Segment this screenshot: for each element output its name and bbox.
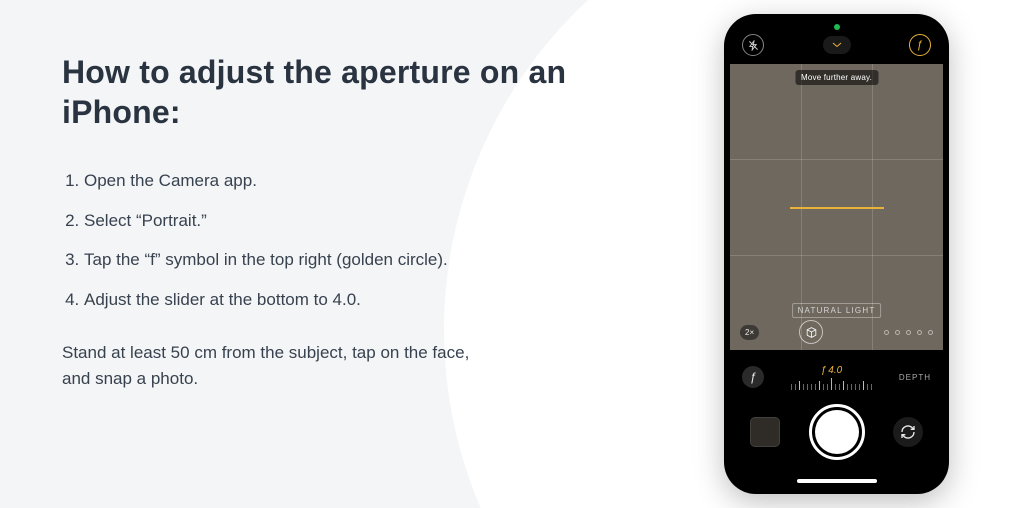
f-button[interactable]: ƒ [742,366,764,388]
footer-instruction: Stand at least 50 cm from the subject, t… [62,340,502,393]
camera-options-chevron[interactable] [823,36,851,54]
effect-dot [895,330,900,335]
step-item: Select “Portrait.” [84,208,504,234]
viewfinder-bottom-row: 2× [730,320,943,344]
effect-dot [884,330,889,335]
aperture-control-strip: ƒ ƒ 4.0 DEPTH [730,350,943,404]
step-item: Open the Camera app. [84,168,504,194]
aperture-f-icon[interactable]: ƒ [909,34,931,56]
effect-dot [917,330,922,335]
lighting-mode-label: NATURAL LIGHT [792,303,882,318]
lighting-cube-icon[interactable] [799,320,823,344]
aperture-ticks [791,378,872,390]
last-photo-thumbnail[interactable] [750,417,780,447]
camera-viewfinder[interactable]: Move further away. NATURAL LIGHT 2× [730,64,943,350]
shutter-button[interactable] [809,404,865,460]
lighting-effect-dots[interactable] [884,330,933,335]
horizon-level-line [790,207,884,209]
step-item: Tap the “f” symbol in the top right (gol… [84,247,504,273]
flip-camera-button[interactable] [893,417,923,447]
effect-dot [906,330,911,335]
camera-app-screen: ƒ Move further away. NATURAL LIGHT 2× [730,20,943,488]
home-indicator[interactable] [797,479,877,483]
text-column: How to adjust the aperture on an iPhone:… [62,52,582,393]
step-item: Adjust the slider at the bottom to 4.0. [84,287,504,313]
iphone-device: ƒ Move further away. NATURAL LIGHT 2× [724,14,949,494]
depth-mode-label: DEPTH [899,373,931,382]
distance-hint: Move further away. [795,70,878,85]
aperture-slider[interactable]: ƒ 4.0 [764,365,899,390]
camera-top-bar: ƒ [730,34,943,56]
grid-line [730,159,943,160]
f-symbol-glyph: ƒ [750,370,757,384]
grid-line [730,255,943,256]
steps-list: Open the Camera app. Select “Portrait.” … [62,168,582,312]
shutter-inner [815,410,859,454]
status-indicator-dot [834,24,840,30]
instruction-card: How to adjust the aperture on an iPhone:… [0,0,1024,508]
page-title: How to adjust the aperture on an iPhone: [62,52,582,132]
aperture-value-label: ƒ 4.0 [821,365,842,376]
f-symbol-glyph: ƒ [917,39,923,51]
flash-icon[interactable] [742,34,764,56]
shutter-row [730,404,943,460]
zoom-badge[interactable]: 2× [740,325,759,340]
effect-dot [928,330,933,335]
